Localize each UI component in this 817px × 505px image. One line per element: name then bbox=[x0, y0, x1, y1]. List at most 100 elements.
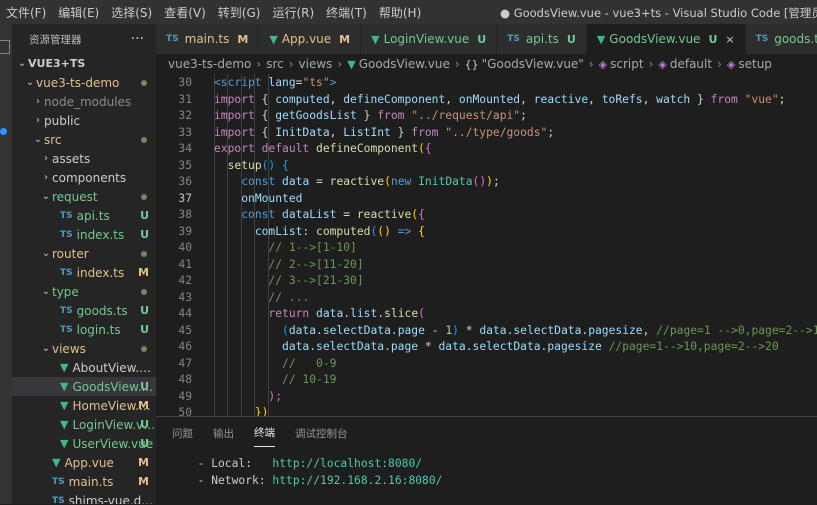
explorer-header: 资源管理器 ··· bbox=[12, 24, 156, 54]
terminal-line: - Local: http://localhost:8080/ bbox=[156, 455, 817, 472]
tree-file[interactable]: TS shims-vue.d.ts bbox=[12, 491, 156, 505]
code-token: { bbox=[418, 208, 425, 221]
tree-folder[interactable]: ⌄ src bbox=[12, 130, 156, 149]
tree-file[interactable]: AboutView.vue bbox=[12, 358, 156, 377]
tree-file[interactable]: TS goods.ts U bbox=[12, 301, 156, 320]
tree-file[interactable]: App.vueM bbox=[12, 453, 156, 472]
line-number: 49 bbox=[178, 389, 192, 403]
git-status-badge: U bbox=[140, 228, 149, 241]
notification-badge bbox=[0, 128, 7, 135]
code-token: "ts" bbox=[302, 76, 330, 89]
code-text: // 3-->[21-30] bbox=[214, 273, 363, 290]
code-text: const dataList = reactive({ bbox=[214, 207, 425, 224]
code-editor[interactable]: 30 <script lang="ts"> 31 import { computed,… bbox=[156, 74, 817, 416]
menu-item[interactable]: 文件(F) bbox=[0, 4, 52, 21]
tree-folder[interactable]: ⌄ views bbox=[12, 339, 156, 358]
workspace-root[interactable]: ⌄ VUE3+TS bbox=[12, 54, 156, 73]
menu-item[interactable]: 终端(T) bbox=[320, 4, 373, 21]
breadcrumb-item[interactable]: src bbox=[266, 57, 284, 71]
code-token: }) bbox=[254, 406, 269, 416]
line-number: 43 bbox=[178, 290, 192, 304]
menu-item[interactable]: 编辑(E) bbox=[52, 4, 105, 21]
panel-tab[interactable]: 调试控制台 bbox=[295, 420, 348, 447]
breadcrumb-item[interactable]: ▼ GoodsView.vue bbox=[347, 57, 450, 71]
breadcrumb-item[interactable]: ◈ setup bbox=[727, 57, 772, 71]
tree-file[interactable]: TS api.ts U bbox=[12, 206, 156, 225]
typescript-file-icon: TS bbox=[507, 34, 520, 44]
tree-file[interactable]: GoodsView....U bbox=[12, 377, 156, 396]
tab-git-status: M bbox=[339, 32, 351, 46]
tree-folder[interactable]: ⌄ type bbox=[12, 282, 156, 301]
tree-file[interactable]: TS index.ts U bbox=[12, 225, 156, 244]
terminal-url[interactable]: http://192.168.2.16:8080/ bbox=[272, 474, 442, 487]
breadcrumb-item[interactable]: vue3-ts-demo bbox=[168, 57, 251, 71]
tree-folder[interactable]: › assets bbox=[12, 149, 156, 168]
code-line: 36 const data = reactive(new InitData())… bbox=[156, 174, 817, 191]
tree-folder[interactable]: › public bbox=[12, 111, 156, 130]
editor-tab[interactable]: TS main.ts M bbox=[156, 24, 260, 54]
cube-icon: ◈ bbox=[598, 57, 608, 71]
code-token: { bbox=[254, 109, 276, 122]
menu-item[interactable]: 转到(G) bbox=[212, 4, 267, 21]
code-token: data bbox=[479, 323, 507, 337]
menu-item[interactable]: 运行(R) bbox=[266, 4, 320, 21]
code-line: 30 <script lang="ts"> bbox=[156, 75, 817, 92]
code-token: page bbox=[390, 340, 419, 353]
code-token: pagesize bbox=[588, 323, 643, 337]
panel-tab[interactable]: 输出 bbox=[213, 420, 234, 447]
code-text: // ... bbox=[214, 290, 309, 307]
tree-file[interactable]: TS main.ts M bbox=[12, 472, 156, 491]
breadcrumb-item[interactable]: ◈ script bbox=[599, 57, 644, 71]
tree-file[interactable]: TS index.ts M bbox=[12, 263, 156, 282]
tree-folder[interactable]: ⌄ router bbox=[12, 244, 156, 263]
editor-tabs: TS main.ts M App.vue M LoginView.vue U TS api.ts… bbox=[156, 24, 817, 54]
line-number: 36 bbox=[178, 175, 192, 188]
line-number: 39 bbox=[178, 224, 192, 238]
code-text: setup() { bbox=[214, 158, 289, 175]
tree-file[interactable]: LoginView.vueU bbox=[12, 415, 156, 434]
tree-folder[interactable]: ⌄ request bbox=[12, 187, 156, 206]
code-token: // 2-->[11-20] bbox=[268, 257, 364, 271]
explorer-icon[interactable] bbox=[0, 40, 10, 54]
terminal[interactable]: - Local: http://localhost:8080/ - Networ… bbox=[156, 449, 817, 489]
tree-file[interactable]: UserView.vueU bbox=[12, 434, 156, 453]
git-status-badge: M bbox=[138, 266, 149, 279]
git-status-badge: U bbox=[140, 209, 149, 222]
editor-tab[interactable]: TS api.ts U bbox=[497, 24, 587, 54]
breadcrumb-item[interactable]: {} "GoodsView.vue" bbox=[465, 57, 584, 71]
code-token: ; bbox=[547, 125, 555, 139]
editor-tab[interactable]: GoodsView.vue U × bbox=[586, 24, 746, 54]
tree-folder[interactable]: › components bbox=[12, 168, 156, 187]
tree-folder[interactable]: › node_modules bbox=[12, 92, 156, 111]
tree-file[interactable]: HomeView....M bbox=[12, 396, 156, 415]
editor-tab[interactable]: TSgoods.tsU bbox=[745, 24, 817, 54]
chevron-down-icon: ⌄ bbox=[41, 248, 51, 259]
code-token: ( bbox=[418, 307, 425, 320]
menu-item[interactable]: 查看(V) bbox=[158, 4, 212, 21]
panel-tab[interactable]: 终端 bbox=[254, 419, 275, 447]
menu-item[interactable]: 选择(S) bbox=[105, 4, 158, 21]
tab-label: LoginView.vue bbox=[383, 32, 470, 46]
breadcrumb-item[interactable]: ◈ default bbox=[658, 57, 712, 71]
code-token: InitData bbox=[275, 125, 330, 139]
panel-tab[interactable]: 问题 bbox=[172, 420, 193, 447]
code-token: , bbox=[642, 92, 657, 106]
close-icon[interactable]: × bbox=[725, 33, 734, 46]
breadcrumb-item[interactable]: views bbox=[299, 57, 333, 71]
chevron-right-icon: › bbox=[648, 57, 654, 71]
more-actions-icon[interactable]: ··· bbox=[131, 31, 144, 47]
editor-tab[interactable]: LoginView.vue U bbox=[361, 24, 498, 54]
tree-folder[interactable]: ⌄ vue3-ts-demo bbox=[12, 73, 156, 92]
editor-tab[interactable]: App.vue M bbox=[259, 24, 362, 54]
code-text: comList: computed(() => { bbox=[214, 224, 425, 241]
tree-file[interactable]: TS login.ts U bbox=[12, 320, 156, 339]
tree-item-label: node_modules bbox=[44, 94, 132, 109]
menu-item[interactable]: 帮助(H) bbox=[373, 4, 427, 21]
terminal-url[interactable]: http://localhost:8080/ bbox=[272, 457, 422, 470]
code-token: //page=1-->10,page=2-->20 bbox=[608, 340, 779, 353]
git-status-badge: M bbox=[138, 399, 149, 412]
